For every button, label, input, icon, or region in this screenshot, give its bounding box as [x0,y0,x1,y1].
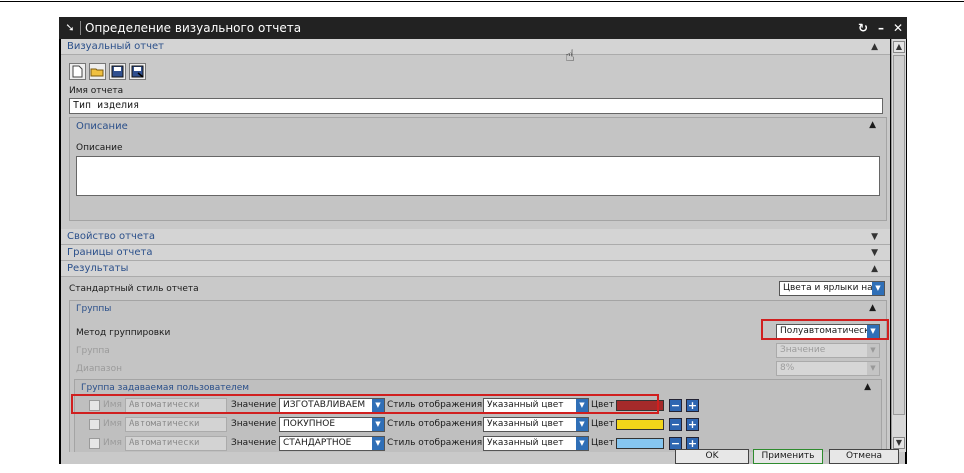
display-style-select[interactable]: Указанный цвет ▼ [483,417,589,432]
user-group-panel: Группа задаваемая пользователем ▲ Имя Ав… [74,379,882,452]
group-label: Группа [76,346,110,356]
dropdown-arrow-icon[interactable]: ▼ [576,418,588,431]
grouping-method-label: Метод группировки [76,328,171,338]
plus-icon[interactable]: + [686,399,699,412]
new-icon[interactable] [69,63,86,80]
display-style-select[interactable]: Указанный цвет ▼ [483,436,589,451]
color-label: Цвет [591,419,615,429]
section-report-property[interactable]: Свойство отчета ▼ [61,229,890,245]
section-results-label: Результаты [67,263,129,274]
description-label: Описание [76,143,123,153]
chevron-up-icon[interactable]: ▲ [869,120,876,130]
hand-cursor-icon: ☝ [565,46,575,65]
scroll-up-icon[interactable]: ▲ [893,41,905,53]
highlight-first-row [71,394,659,414]
display-style-label: Стиль отображения [387,419,483,429]
display-style-value: Указанный цвет [487,419,564,429]
section-results[interactable]: Результаты ▲ [61,261,890,277]
name-label: Имя [103,419,122,429]
refresh-icon[interactable]: ↻ [856,20,870,36]
button-bar: OK Применить Отмена [61,449,905,464]
chevron-down-icon[interactable]: ▼ [871,245,878,261]
plus-icon[interactable]: + [686,418,699,431]
value-select-value: ПОКУПНОЕ [283,419,336,429]
chevron-up-icon[interactable]: ▲ [869,303,876,313]
value-select-value: СТАНДАРТНОЕ [283,438,352,448]
group-value: Значение [780,345,826,355]
vertical-scrollbar[interactable]: ▲ ▼ [891,39,906,452]
groups-header[interactable]: Группы [76,304,111,314]
description-textarea[interactable] [76,156,880,196]
dropdown-arrow-icon: ▼ [867,362,879,375]
title-bar: ➘ Определение визуального отчета ↻ – ✕ [59,17,907,39]
standard-style-label: Стандартный стиль отчета [69,284,199,294]
range-value: 8% [780,363,795,373]
description-header[interactable]: Описание [76,121,128,132]
chevron-up-icon[interactable]: ▲ [871,261,878,277]
report-name-input[interactable]: Тип изделия [69,98,883,114]
chevron-up-icon[interactable]: ▲ [871,39,878,55]
cancel-button[interactable]: Отмена [829,449,899,464]
chevron-down-icon[interactable]: ▼ [871,229,878,245]
dropdown-arrow-icon[interactable]: ▼ [372,418,384,431]
section-report-bounds[interactable]: Границы отчета ▼ [61,245,890,261]
standard-style-value: Цвета и ярлыки на г [783,283,881,293]
name-field: Автоматически [125,417,227,432]
ok-button[interactable]: OK [675,449,749,464]
close-button[interactable]: ✕ [891,20,905,36]
dropdown-arrow-icon[interactable]: ▼ [872,282,884,295]
user-group-header[interactable]: Группа задаваемая пользователем [81,383,249,393]
app-icon: ➘ [65,21,75,34]
color-swatch[interactable] [616,419,664,430]
value-label: Значение [231,438,277,448]
save-icon[interactable] [109,63,126,80]
dialog-window: ➘ Определение визуального отчета ↻ – ✕ В… [59,17,907,464]
value-select[interactable]: СТАНДАРТНОЕ ▼ [279,436,385,451]
value-label: Значение [231,419,277,429]
range-label: Диапазон [76,364,122,374]
name-field: Автоматически [125,436,227,451]
dropdown-arrow-icon[interactable]: ▼ [576,437,588,450]
color-label: Цвет [591,438,615,448]
display-style-label: Стиль отображения [387,438,483,448]
standard-style-select[interactable]: Цвета и ярлыки на г ▼ [779,281,885,296]
open-folder-icon[interactable] [89,63,106,80]
chevron-up-icon[interactable]: ▲ [864,382,871,392]
range-select: 8% ▼ [776,361,880,376]
minus-icon[interactable]: − [669,418,682,431]
section-report-bounds-label: Границы отчета [67,247,153,258]
color-swatch[interactable] [616,438,664,449]
apply-button[interactable]: Применить [753,449,823,464]
dialog-content: Визуальный отчет ▲ Имя отчета Тип издели… [61,39,890,452]
display-style-value: Указанный цвет [487,438,564,448]
name-checkbox[interactable] [89,438,100,449]
top-divider-line [0,1,964,2]
section-visual-report-label: Визуальный отчет [67,41,164,52]
name-label: Имя [103,438,122,448]
title-separator [80,21,81,35]
user-group-row: Имя Автоматически Значение ПОКУПНОЕ ▼ Ст… [75,417,881,435]
report-name-label: Имя отчета [69,86,124,96]
section-report-property-label: Свойство отчета [67,231,155,242]
window-title: Определение визуального отчета [85,21,302,35]
minus-icon[interactable]: − [669,399,682,412]
scroll-down-icon[interactable]: ▼ [893,437,905,449]
description-panel: Описание ▲ Описание [69,117,887,221]
group-select: Значение ▼ [776,343,880,358]
dropdown-arrow-icon[interactable]: ▼ [372,437,384,450]
dropdown-arrow-icon: ▼ [867,344,879,357]
value-select[interactable]: ПОКУПНОЕ ▼ [279,417,385,432]
save-as-icon[interactable] [129,63,146,80]
minimize-button[interactable]: – [874,20,888,36]
name-checkbox[interactable] [89,419,100,430]
highlight-grouping-method [761,319,889,340]
section-visual-report[interactable]: Визуальный отчет ▲ [61,39,890,55]
scroll-thumb[interactable] [893,55,905,415]
